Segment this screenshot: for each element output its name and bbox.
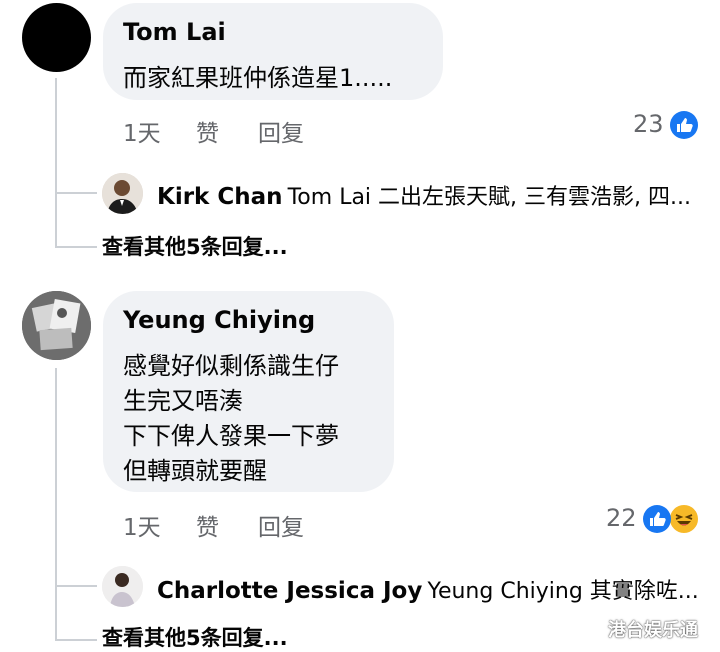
avatar-yeung-chiying[interactable] (22, 291, 91, 360)
reply-connector (55, 585, 97, 587)
reaction-count[interactable]: 23 (633, 110, 664, 138)
comment-time[interactable]: 1天 (123, 114, 161, 148)
view-more-replies[interactable]: 查看其他5条回复... (102, 622, 288, 652)
comment-text-line: 生完又唔湊 (123, 387, 243, 415)
more-replies-connector (55, 639, 97, 641)
reply-preview[interactable]: Kirk Chan Tom Lai 二出左張天賦, 三有雲浩影, 四... (157, 179, 702, 211)
like-icon (643, 505, 671, 533)
more-replies-connector (55, 246, 97, 248)
comment-bubble: Yeung Chiying 感覺好似剩係識生仔 生完又唔湊 下下俾人發果一下夢 … (103, 291, 394, 492)
reply-button[interactable]: 回复 (258, 508, 304, 542)
reply-text: Yeung Chiying 其實除咗... (427, 579, 699, 604)
avatar-kirk-chan[interactable] (102, 173, 143, 214)
reply-preview[interactable]: Charlotte Jessica Joy Yeung Chiying 其實除咗… (157, 573, 702, 605)
comment-time[interactable]: 1天 (123, 508, 161, 542)
like-button[interactable]: 赞 (196, 114, 219, 148)
avatar-tom-lai[interactable] (22, 3, 91, 72)
comment-text: 而家紅果班仲係造星1..... (123, 64, 393, 92)
comment-text-line: 感覺好似剩係識生仔 (123, 352, 339, 380)
haha-icon (668, 503, 700, 535)
comment-author[interactable]: Tom Lai (123, 18, 226, 46)
reply-button[interactable]: 回复 (258, 114, 304, 148)
reply-text: Tom Lai 二出左張天賦, 三有雲浩影, 四... (287, 185, 691, 210)
reaction-count[interactable]: 22 (606, 504, 637, 532)
watermark: 港台娱乐通 (608, 620, 698, 641)
comment-text-line: 但轉頭就要醒 (123, 457, 267, 485)
view-more-replies[interactable]: 查看其他5条回复... (102, 231, 288, 261)
reply-author[interactable]: Kirk Chan (157, 184, 283, 210)
comment-bubble: Tom Lai 而家紅果班仲係造星1..... (103, 3, 443, 100)
like-icon (670, 111, 698, 139)
thread-line (55, 368, 57, 641)
comment-author[interactable]: Yeung Chiying (123, 306, 315, 334)
reply-connector (55, 192, 97, 194)
like-button[interactable]: 赞 (196, 508, 219, 542)
comment-text-line: 下下俾人發果一下夢 (123, 422, 339, 450)
avatar-charlotte-jessica-joy[interactable] (102, 566, 143, 607)
thread-line (55, 78, 57, 248)
reply-author[interactable]: Charlotte Jessica Joy (157, 578, 422, 604)
